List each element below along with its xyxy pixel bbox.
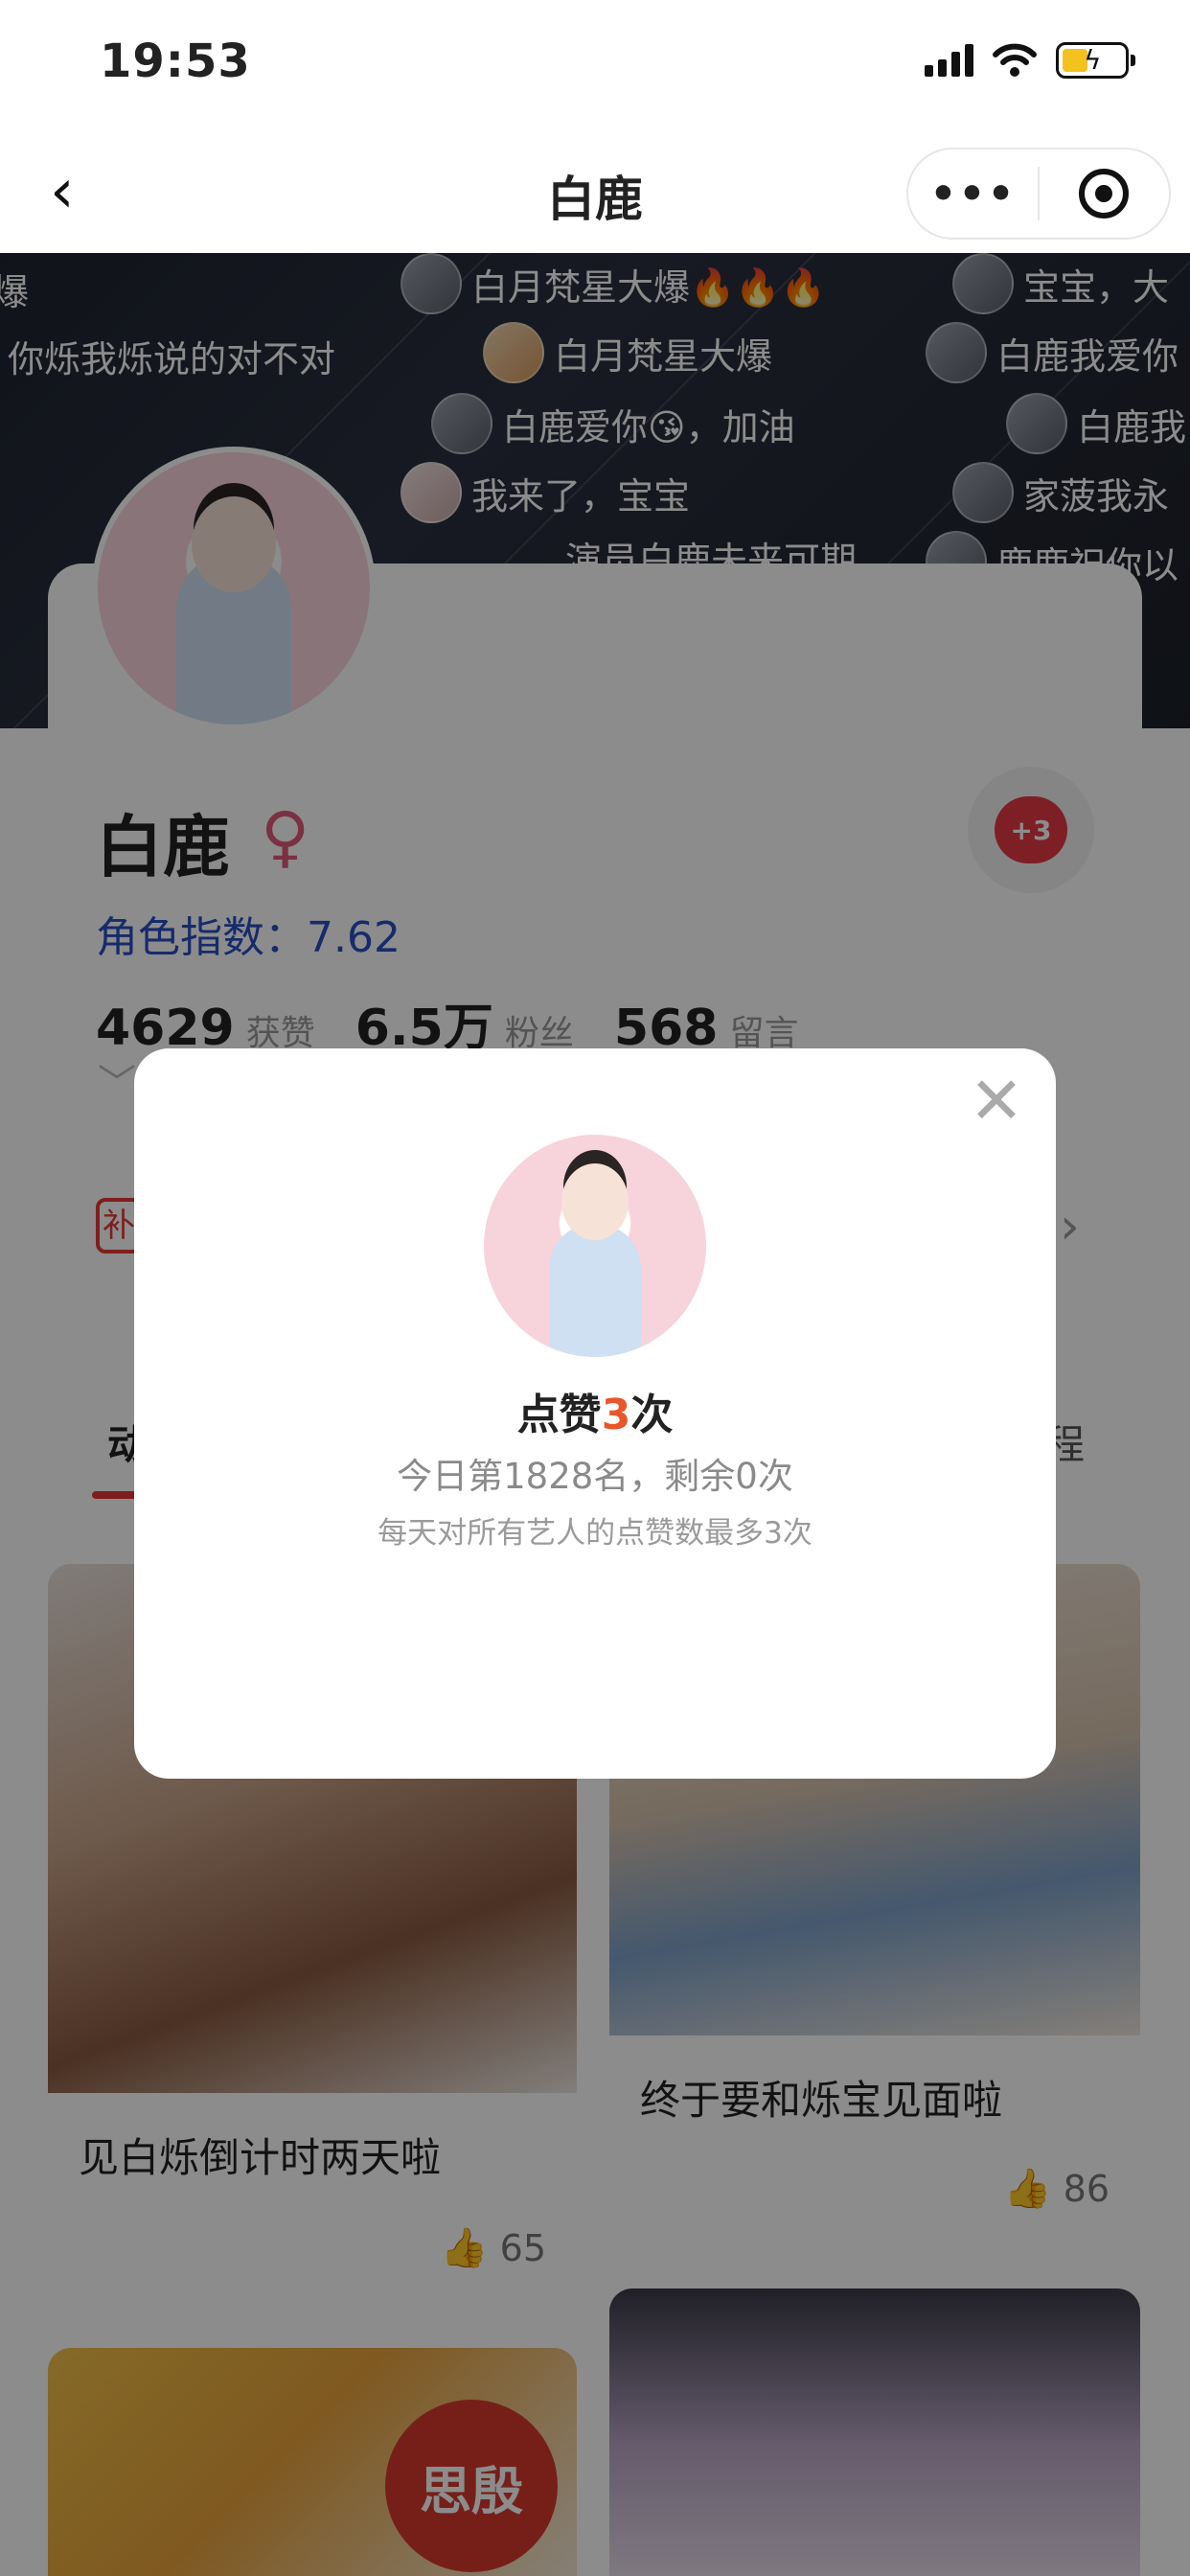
wifi-icon: [993, 43, 1037, 77]
limit-hint: 每天对所有艺人的点赞数最多3次: [378, 1516, 812, 1551]
status-time: 19:53: [100, 34, 251, 88]
signal-icon: [925, 44, 973, 77]
mini-program-capsule: •••: [906, 148, 1171, 240]
battery-icon: ϟ: [1056, 42, 1135, 79]
record-icon: [1079, 169, 1130, 218]
like-result-modal: ✕ 点赞3次 今日第1828名，剩余0次 每天对所有艺人的点赞数最多3次: [134, 1048, 1056, 1779]
close-icon[interactable]: ✕: [968, 1070, 1025, 1135]
nav-bar: ‹ 白鹿 •••: [0, 134, 1190, 253]
more-icon[interactable]: •••: [908, 170, 1038, 218]
rank-text: 今日第1828名，剩余0次: [397, 1456, 793, 1497]
status-bar: 19:53 ϟ: [0, 0, 1190, 134]
like-count-title: 点赞3次: [516, 1391, 674, 1439]
status-icons: ϟ: [925, 42, 1135, 79]
avatar: [484, 1135, 706, 1357]
close-mini-program-button[interactable]: [1040, 169, 1169, 218]
